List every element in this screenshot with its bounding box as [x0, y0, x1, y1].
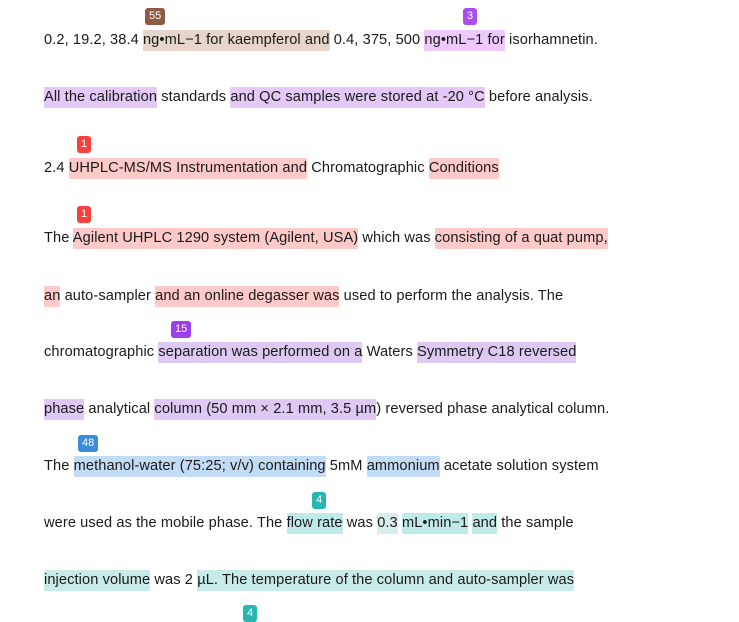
- plain-text-span: which was: [358, 230, 435, 246]
- plain-text-span: Waters: [362, 344, 418, 360]
- plain-text-span: were used as the mobile phase. The: [44, 515, 287, 531]
- annotation-badge[interactable]: 1: [77, 206, 92, 223]
- highlight-span-blue[interactable]: methanol-water (75:25; v/v) containing: [73, 456, 326, 477]
- plain-text-span: 0.4, 375, 500: [329, 32, 425, 48]
- annotation-badge[interactable]: 48: [78, 435, 99, 452]
- text-line: an auto-sampler and an online degasser w…: [44, 286, 704, 307]
- text-line: 0.2, 19.2, 38.4 ng•mL−1 for kaempferol a…: [44, 30, 704, 51]
- plain-text-span: Chromatographic: [307, 160, 429, 176]
- plain-text-span: the sample: [497, 515, 574, 531]
- plain-text-span: chromatographic: [44, 344, 159, 360]
- text-line: All the calibration standards and QC sam…: [44, 87, 704, 108]
- text-line: phase analytical column (50 mm × 2.1 mm,…: [44, 399, 704, 420]
- text-line: injection volume was 2 µL. The temperatu…: [44, 570, 704, 591]
- highlight-span-teal[interactable]: mL•min−1: [401, 513, 469, 534]
- annotation-badge[interactable]: 4: [243, 605, 258, 622]
- highlight-span-lav[interactable]: column (50 mm × 2.1 mm, 3.5 µm: [154, 399, 377, 420]
- highlight-span-purple[interactable]: and QC samples were stored at -20 °C: [230, 87, 485, 108]
- plain-text-span: isorhamnetin.: [504, 32, 598, 48]
- highlight-span-red[interactable]: Agilent UHPLC 1290 system (Agilent, USA): [72, 228, 359, 249]
- highlight-span-red[interactable]: consisting of a quat pump,: [434, 228, 608, 249]
- plain-text-span: ) reversed phase analytical column.: [376, 401, 610, 417]
- annotation-badge[interactable]: 15: [171, 321, 192, 338]
- text-line: were used as the mobile phase. The flow …: [44, 513, 704, 534]
- highlight-span-teal[interactable]: flow rate: [286, 513, 343, 534]
- plain-text-span: before analysis.: [484, 89, 593, 105]
- highlight-span-teal[interactable]: and: [472, 513, 498, 534]
- highlight-span-violet[interactable]: ng•mL−1 for: [424, 30, 505, 51]
- plain-text-span: 5mM: [325, 458, 367, 474]
- highlight-span-teal2[interactable]: µL. The temperature of the column and au…: [197, 570, 575, 591]
- plain-text-span: was 2: [150, 572, 198, 588]
- highlight-span-lav[interactable]: separation was performed on a: [158, 342, 363, 363]
- plain-text-span: The: [44, 230, 73, 246]
- text-line: 2.4 UHPLC-MS/MS Instrumentation and Chro…: [44, 158, 704, 179]
- plain-text-span: standards: [157, 89, 231, 105]
- highlight-span-red[interactable]: and an online degasser was: [155, 286, 340, 307]
- plain-text-span: was: [342, 515, 378, 531]
- plain-text-span: analytical: [84, 401, 155, 417]
- text-line: The Agilent UHPLC 1290 system (Agilent, …: [44, 228, 704, 249]
- highlight-span-blue[interactable]: ammonium: [366, 456, 440, 477]
- text-line: chromatographic separation was performed…: [44, 342, 704, 363]
- annotated-document: 0.2, 19.2, 38.4 ng•mL−1 for kaempferol a…: [0, 0, 739, 622]
- plain-text-span: The: [44, 458, 74, 474]
- annotation-badge[interactable]: 3: [463, 8, 478, 25]
- highlight-span-tealpale[interactable]: 0.3: [377, 513, 398, 534]
- plain-text-span: auto-sampler: [60, 288, 156, 304]
- highlight-span-red[interactable]: an: [44, 286, 61, 307]
- annotation-badge[interactable]: 1: [77, 136, 92, 153]
- plain-text-span: 2.4: [44, 160, 69, 176]
- plain-text-span: 0.2, 19.2, 38.4: [44, 32, 143, 48]
- plain-text-span: used to perform the analysis. The: [339, 288, 564, 304]
- highlight-span-teal2[interactable]: injection volume: [44, 570, 151, 591]
- plain-text-span: acetate solution system: [439, 458, 599, 474]
- text-line: The methanol-water (75:25; v/v) containi…: [44, 456, 704, 477]
- highlight-span-lav[interactable]: phase: [44, 399, 85, 420]
- highlight-span-brown[interactable]: ng•mL−1 for kaempferol and: [142, 30, 330, 51]
- highlight-span-red[interactable]: Conditions: [428, 158, 499, 179]
- annotation-badge[interactable]: 55: [145, 8, 166, 25]
- highlight-span-red[interactable]: UHPLC-MS/MS Instrumentation and: [68, 158, 308, 179]
- highlight-span-lav[interactable]: Symmetry C18 reversed: [417, 342, 577, 363]
- annotation-badge[interactable]: 4: [312, 492, 327, 509]
- highlight-span-purple[interactable]: All the calibration: [44, 87, 158, 108]
